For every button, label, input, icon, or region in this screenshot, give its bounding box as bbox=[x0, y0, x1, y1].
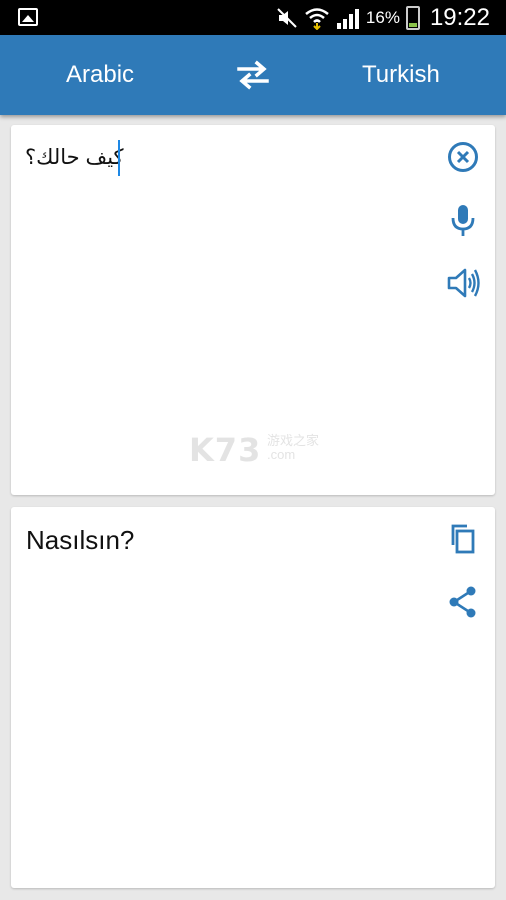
watermark-sub2: .com bbox=[267, 447, 296, 462]
status-icons: 16% 19:22 bbox=[276, 0, 490, 35]
battery-percent: 16% bbox=[365, 7, 400, 27]
microphone-icon[interactable] bbox=[446, 203, 480, 237]
input-card: كيف حالك؟ K73 游戏之家 .com bbox=[11, 125, 495, 495]
mute-icon bbox=[277, 7, 297, 28]
translation-text: Nasılsın? bbox=[26, 525, 135, 555]
wifi-icon bbox=[305, 7, 329, 30]
signal-icon bbox=[336, 8, 359, 29]
input-text-field[interactable]: كيف حالك؟ bbox=[25, 145, 124, 170]
clock: 19:22 bbox=[429, 3, 490, 31]
battery-icon bbox=[405, 5, 420, 30]
language-toolbar: Arabic Turkish bbox=[0, 35, 506, 115]
watermark-logo: K73 游戏之家 .com bbox=[189, 431, 339, 471]
watermark-main: K73 bbox=[189, 431, 262, 469]
watermark-sub1: 游戏之家 bbox=[267, 433, 320, 448]
status-bar: 16% 19:22 bbox=[0, 0, 506, 35]
target-language-button[interactable]: Turkish bbox=[362, 35, 440, 115]
gallery-icon bbox=[18, 8, 38, 26]
share-icon[interactable] bbox=[446, 585, 480, 619]
watermark-sub: 游戏之家 .com bbox=[267, 434, 319, 462]
source-language-button[interactable]: Arabic bbox=[66, 35, 134, 115]
speaker-icon[interactable] bbox=[446, 266, 480, 300]
clear-icon[interactable] bbox=[446, 140, 480, 174]
output-card: Nasılsın? bbox=[11, 507, 495, 888]
swap-arrows-icon[interactable] bbox=[235, 59, 271, 91]
text-cursor bbox=[118, 140, 120, 176]
copy-icon[interactable] bbox=[446, 522, 480, 556]
